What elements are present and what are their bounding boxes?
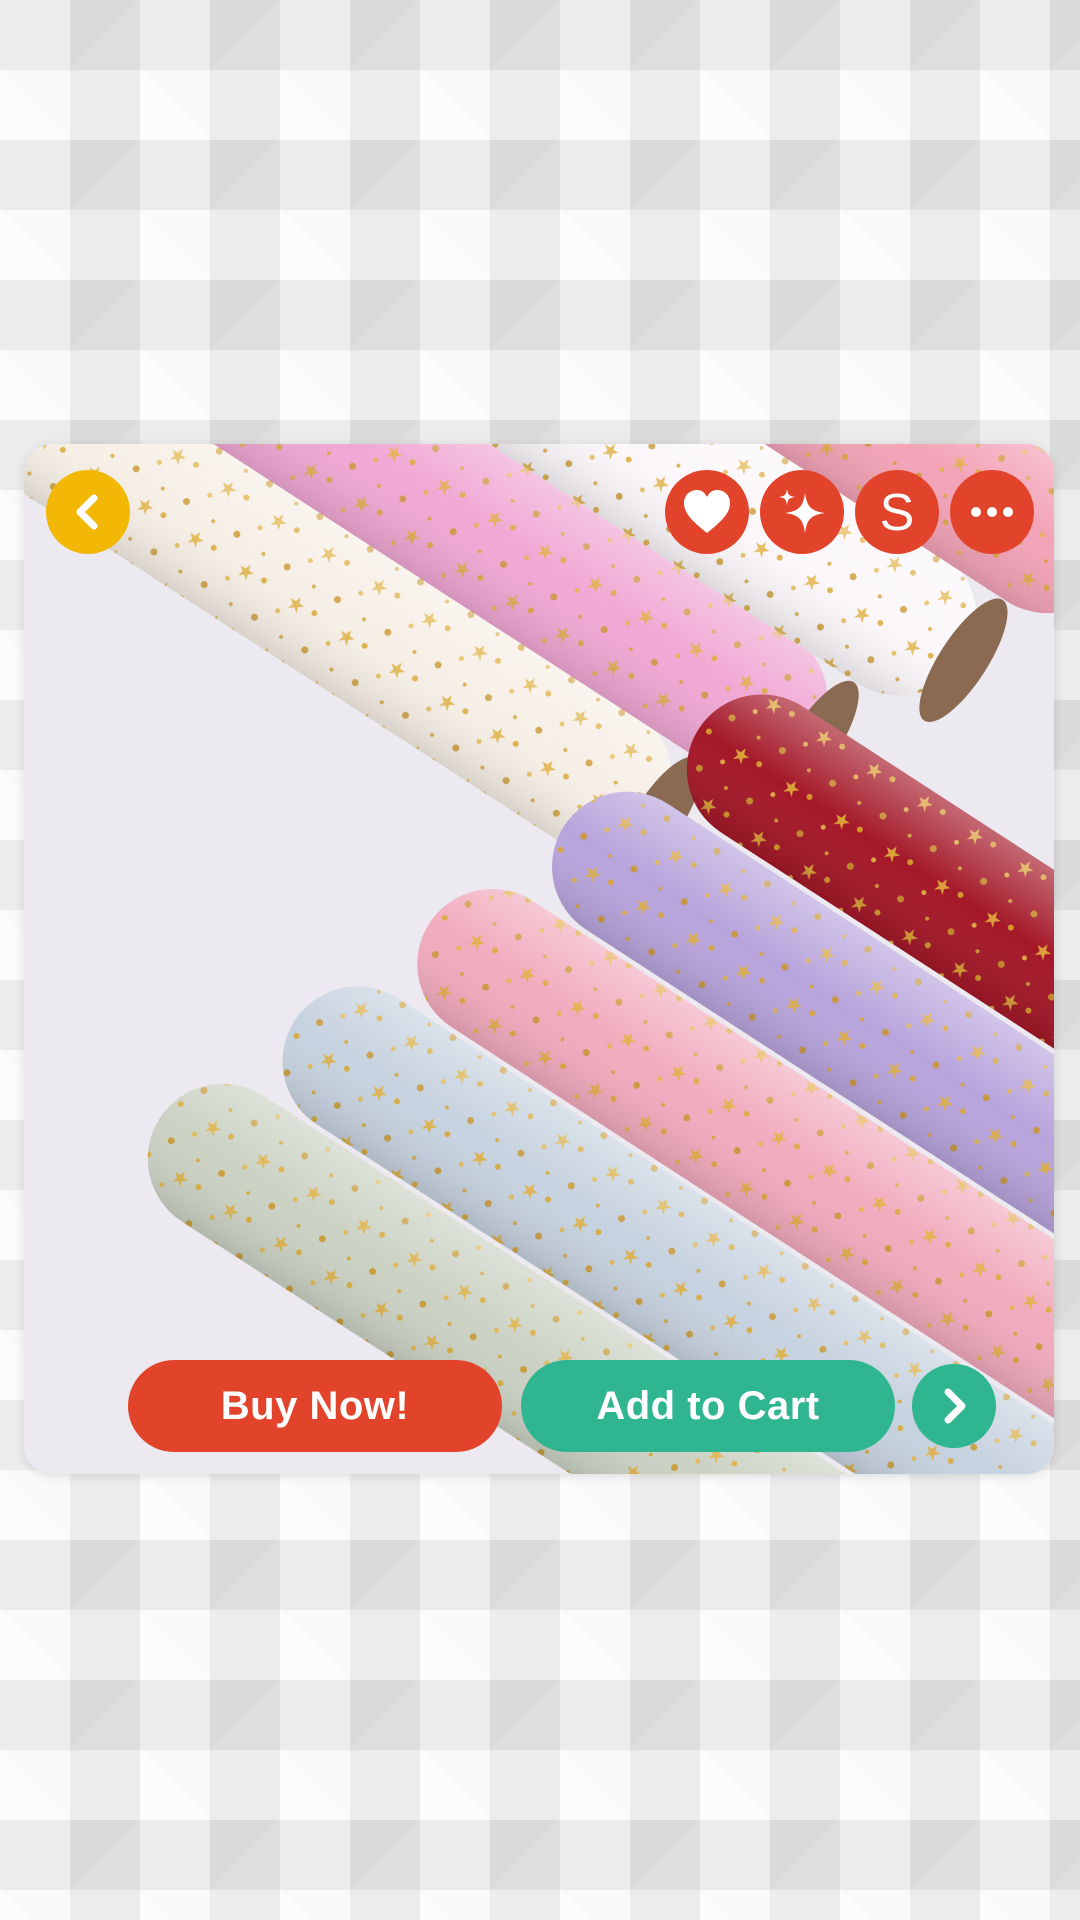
sparkle-icon [779, 489, 825, 533]
heart-icon [684, 490, 730, 533]
back-button[interactable] [46, 470, 130, 554]
sparkle-button[interactable] [760, 470, 844, 554]
buy-now-button[interactable]: Buy Now! [128, 1360, 502, 1452]
product-card: S Buy Now! Add to Cart [24, 444, 1054, 1474]
shop-icon: S [879, 484, 915, 542]
more-icon [971, 507, 1013, 517]
more-button[interactable] [950, 470, 1034, 554]
product-image [24, 444, 1054, 1474]
chevron-left-icon [76, 494, 98, 530]
favorite-button[interactable] [665, 470, 749, 554]
shop-button[interactable]: S [855, 470, 939, 554]
next-button[interactable] [912, 1364, 996, 1448]
chevron-right-icon [944, 1388, 966, 1424]
add-to-cart-button[interactable]: Add to Cart [521, 1360, 895, 1452]
